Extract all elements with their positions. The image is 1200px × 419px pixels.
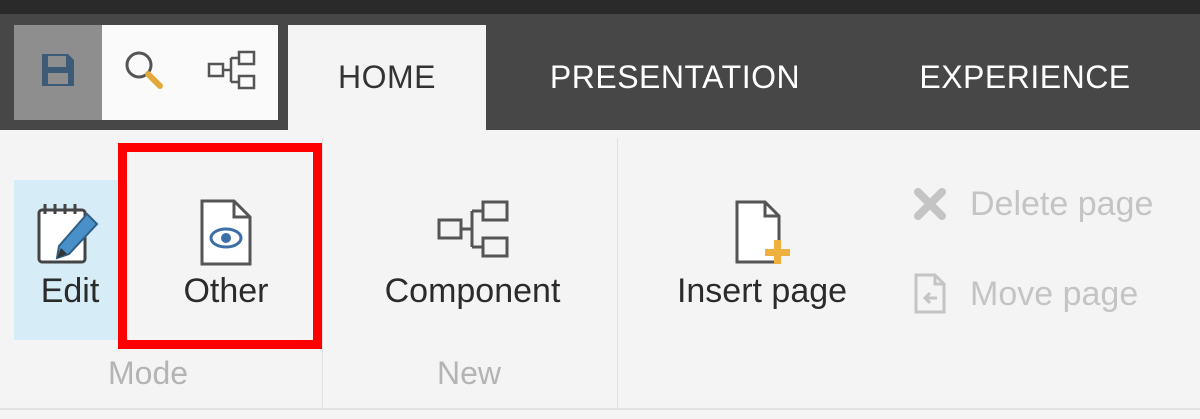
group-divider (617, 138, 618, 408)
move-page-button[interactable]: Move page (908, 270, 1138, 318)
delete-x-icon (908, 182, 952, 226)
search-button[interactable] (102, 25, 186, 120)
other-label: Other (183, 272, 269, 310)
mode-group-label: Mode (108, 355, 189, 391)
component-label: Component (384, 272, 561, 310)
move-page-label: Move page (970, 274, 1139, 313)
save-icon (37, 49, 79, 96)
edit-mode-button[interactable]: Edit (14, 180, 126, 340)
group-divider (322, 138, 323, 408)
tab-experience[interactable]: EXPERIENCE (870, 25, 1180, 130)
insert-page-label: Insert page (676, 272, 848, 310)
save-button[interactable] (14, 25, 102, 120)
delete-page-label: Delete page (970, 184, 1154, 223)
component-hierarchy-icon (436, 198, 510, 270)
insert-page-button[interactable]: Insert page (662, 180, 862, 340)
delete-page-button[interactable]: Delete page (908, 180, 1153, 228)
preview-page-icon (196, 198, 256, 270)
pencil-notepad-icon (35, 198, 105, 270)
window-top-strip (0, 0, 1200, 14)
tab-presentation[interactable]: PRESENTATION (500, 25, 850, 130)
move-page-icon (908, 272, 952, 316)
edit-label: Edit (40, 272, 100, 310)
insert-page-icon (729, 198, 795, 270)
hierarchy-icon (207, 49, 257, 96)
component-button[interactable]: Component (370, 180, 575, 340)
other-mode-button[interactable]: Other (130, 180, 322, 340)
tab-home[interactable]: HOME (288, 25, 486, 130)
new-group-label: New (437, 355, 502, 391)
ribbon-bottom-border (0, 408, 1200, 410)
hierarchy-button[interactable] (186, 25, 278, 120)
search-icon (120, 46, 168, 99)
